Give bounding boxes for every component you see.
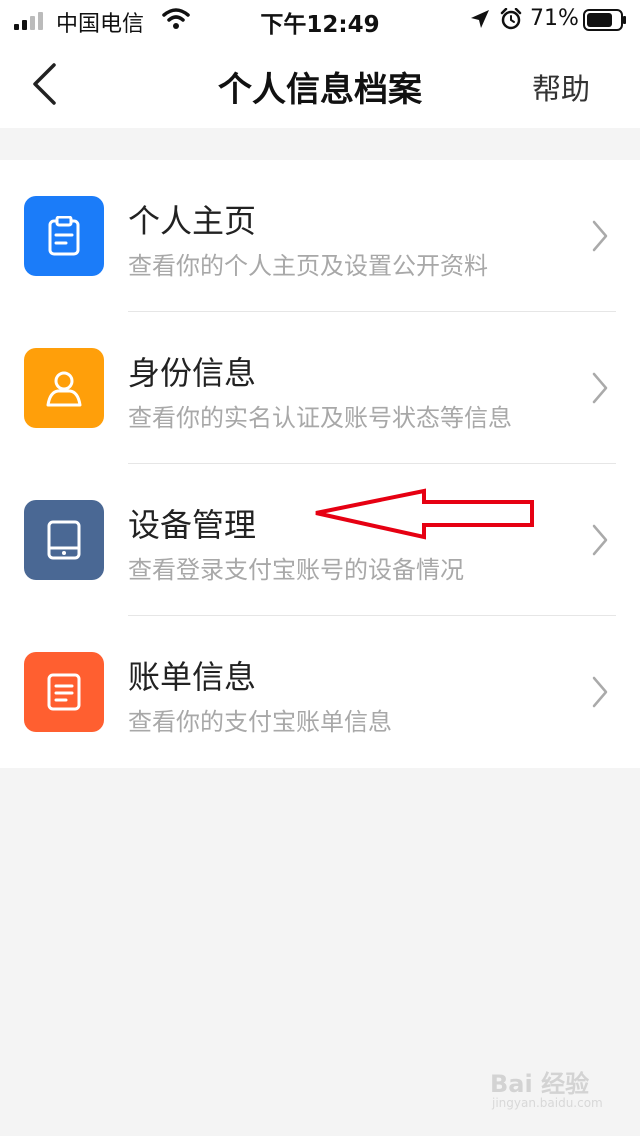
- chevron-right-icon: [592, 524, 608, 556]
- personal-homepage-icon-box: [24, 196, 104, 276]
- item-title: 账单信息: [128, 658, 257, 696]
- item-title: 个人主页: [128, 202, 257, 240]
- navigation-bar: 个人信息档案 帮助: [0, 40, 640, 128]
- device-management-icon-box: [24, 500, 104, 580]
- list-item-bill-info[interactable]: 账单信息 查看你的支付宝账单信息: [0, 616, 640, 768]
- person-icon: [46, 371, 82, 407]
- watermark-subtext: jingyan.baidu.com: [492, 1096, 603, 1110]
- chevron-right-icon: [592, 372, 608, 404]
- item-subtitle: 查看你的个人主页及设置公开资料: [128, 252, 488, 280]
- clipboard-icon: [48, 216, 80, 256]
- location-arrow-icon: [471, 10, 489, 28]
- bill-info-icon-box: [24, 652, 104, 732]
- item-title: 身份信息: [128, 354, 257, 392]
- list-item-identity-info[interactable]: 身份信息 查看你的实名认证及账号状态等信息: [0, 312, 640, 464]
- help-button[interactable]: 帮助: [532, 66, 590, 108]
- status-bar: 中国电信 下午12:49 71%: [0, 0, 640, 40]
- tablet-icon: [47, 520, 81, 560]
- list-item-device-management[interactable]: 设备管理 查看登录支付宝账号的设备情况: [0, 464, 640, 616]
- item-title: 设备管理: [128, 506, 257, 544]
- alarm-clock-icon: [500, 8, 522, 30]
- list-item-personal-homepage[interactable]: 个人主页 查看你的个人主页及设置公开资料: [0, 160, 640, 312]
- item-subtitle: 查看你的支付宝账单信息: [128, 708, 392, 736]
- identity-info-icon-box: [24, 348, 104, 428]
- profile-menu-list: 个人主页 查看你的个人主页及设置公开资料 身份信息 查看你的实名认证及账号状态等…: [0, 160, 640, 768]
- watermark-text: Bai 经验: [490, 1070, 590, 1098]
- item-subtitle: 查看登录支付宝账号的设备情况: [128, 556, 464, 584]
- battery-icon: [583, 9, 626, 31]
- chevron-right-icon: [592, 220, 608, 252]
- chevron-right-icon: [592, 676, 608, 708]
- document-icon: [47, 673, 81, 711]
- item-subtitle: 查看你的实名认证及账号状态等信息: [128, 404, 512, 432]
- battery-percentage: 71%: [530, 6, 579, 31]
- baidu-watermark: Bai 经验 jingyan.baidu.com: [490, 1064, 630, 1114]
